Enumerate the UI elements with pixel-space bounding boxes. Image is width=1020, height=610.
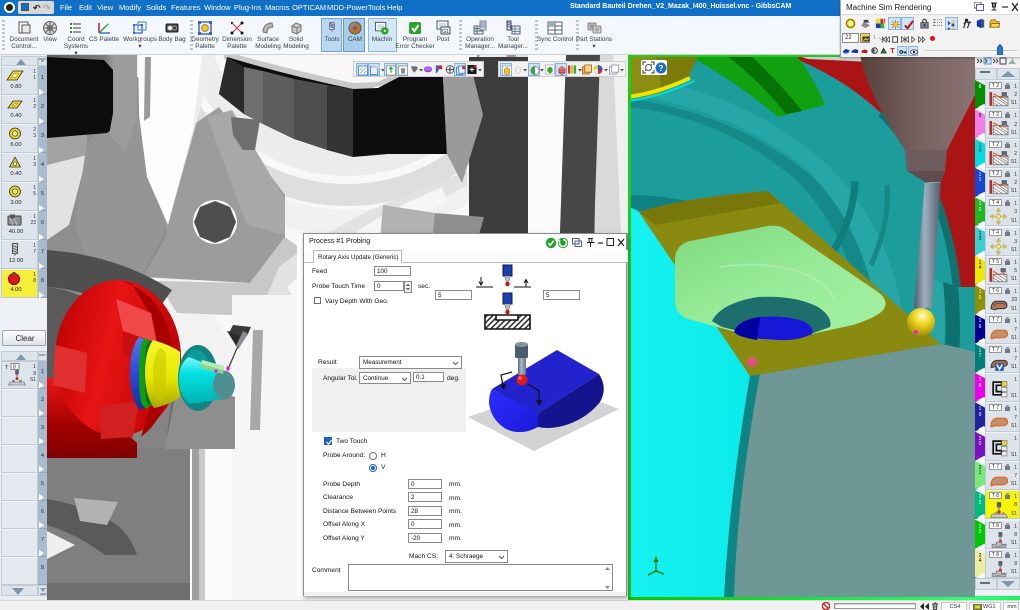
svg-text:?: ? (659, 63, 664, 72)
svg-text:8: 8 (13, 365, 16, 371)
svg-text:T: T (5, 365, 9, 371)
svg-text:G1: G1 (442, 29, 449, 35)
